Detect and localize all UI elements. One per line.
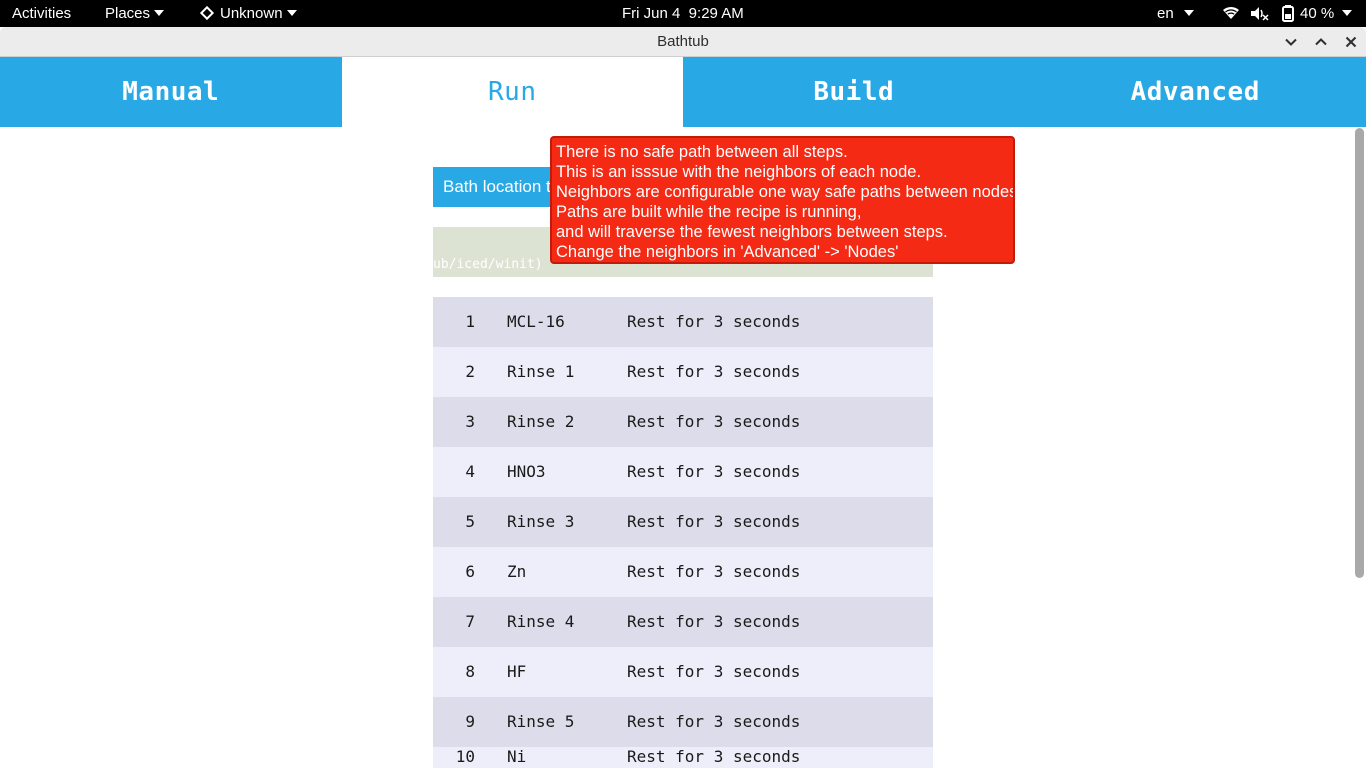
window-title: Bathtub: [657, 33, 709, 50]
step-name: HF: [507, 662, 527, 681]
step-number: 1: [465, 312, 475, 331]
step-name: Rinse 1: [507, 362, 575, 381]
maximize-icon: [1315, 38, 1327, 46]
step-name: Rinse 3: [507, 512, 575, 531]
chevron-down-icon: [1342, 10, 1353, 17]
activities-label: Activities: [12, 5, 72, 22]
language-label: en: [1157, 5, 1174, 22]
table-row[interactable]: 6 Zn Rest for 3 seconds: [433, 547, 933, 597]
battery-icon[interactable]: [1281, 0, 1295, 27]
app-menu-label: Unknown: [220, 5, 283, 22]
table-row[interactable]: 8 HF Rest for 3 seconds: [433, 647, 933, 697]
step-number: 5: [465, 512, 475, 531]
table-row[interactable]: 2 Rinse 1 Rest for 3 seconds: [433, 347, 933, 397]
tooltip-line: This is an isssue with the neighbors of …: [556, 163, 922, 181]
step-action: Rest for 3 seconds: [627, 562, 801, 581]
step-number: 3: [465, 412, 475, 431]
language-menu[interactable]: en: [1157, 0, 1194, 27]
places-label: Places: [105, 5, 151, 22]
bath-location-label: Bath location t: [443, 177, 551, 196]
tooltip-line: There is no safe path between all steps.: [556, 143, 848, 161]
step-number: 6: [465, 562, 475, 581]
step-action: Rest for 3 seconds: [627, 412, 801, 431]
table-row[interactable]: 7 Rinse 4 Rest for 3 seconds: [433, 597, 933, 647]
battery-label: 40 %: [1300, 5, 1335, 22]
step-action: Rest for 3 seconds: [627, 312, 801, 331]
error-tooltip: There is no safe path between all steps.…: [550, 136, 1015, 264]
system-top-bar: Activities Places Unknown Fri Jun 4 9:29…: [0, 0, 1366, 27]
clock-label: Fri Jun 4 9:29 AM: [622, 5, 744, 22]
clock[interactable]: Fri Jun 4 9:29 AM: [622, 0, 744, 27]
table-row[interactable]: 4 HNO3 Rest for 3 seconds: [433, 447, 933, 497]
places-menu[interactable]: Places: [105, 0, 165, 27]
bath-location-button[interactable]: Bath location t: [433, 167, 563, 207]
minimize-button[interactable]: [1280, 31, 1302, 53]
step-action: Rest for 3 seconds: [627, 512, 801, 531]
chevron-down-icon: [1183, 10, 1194, 17]
table-row[interactable]: 3 Rinse 2 Rest for 3 seconds: [433, 397, 933, 447]
maximize-button[interactable]: [1310, 31, 1332, 53]
table-row[interactable]: 1 MCL-16 Rest for 3 seconds: [433, 297, 933, 347]
window-title-bar[interactable]: Bathtub: [0, 27, 1366, 57]
chevron-down-icon: [286, 10, 297, 17]
minimize-icon: [1285, 38, 1297, 46]
tooltip-line: Change the neighbors in 'Advanced' -> 'N…: [556, 243, 899, 261]
close-button[interactable]: [1340, 31, 1362, 53]
app-menu[interactable]: Unknown: [199, 0, 297, 27]
tab-build[interactable]: Build: [683, 57, 1025, 127]
tooltip-line: and will traverse the fewest neighbors b…: [556, 223, 948, 241]
battery-menu[interactable]: 40 %: [1300, 0, 1353, 27]
step-number: 10: [455, 747, 475, 766]
step-name: Ni: [507, 747, 527, 766]
tooltip-line: Neighbors are configurable one way safe …: [556, 183, 1015, 201]
step-name: Zn: [507, 562, 527, 581]
tab-advanced[interactable]: Advanced: [1024, 57, 1366, 127]
message-text: ub/iced/winit): [433, 257, 543, 272]
app-diamond-icon: [199, 5, 215, 21]
table-row[interactable]: 10 Ni Rest for 3 seconds: [433, 747, 933, 768]
scrollbar[interactable]: [1355, 128, 1364, 578]
tab-manual[interactable]: Manual: [0, 57, 342, 127]
table-row[interactable]: 5 Rinse 3 Rest for 3 seconds: [433, 497, 933, 547]
step-number: 7: [465, 612, 475, 631]
tab-run[interactable]: Run: [341, 57, 683, 127]
step-action: Rest for 3 seconds: [627, 612, 801, 631]
step-action: Rest for 3 seconds: [627, 462, 801, 481]
activities-button[interactable]: Activities: [12, 0, 71, 27]
step-name: Rinse 4: [507, 612, 575, 631]
chevron-down-icon: [154, 10, 165, 17]
step-number: 4: [465, 462, 475, 481]
step-action: Rest for 3 seconds: [627, 747, 801, 766]
step-action: Rest for 3 seconds: [627, 362, 801, 381]
step-name: MCL-16: [507, 312, 565, 331]
tooltip-line: Paths are built while the recipe is runn…: [556, 203, 862, 221]
step-action: Rest for 3 seconds: [627, 662, 801, 681]
step-name: Rinse 2: [507, 412, 575, 431]
step-number: 8: [465, 662, 475, 681]
volume-muted-icon[interactable]: [1249, 0, 1269, 27]
close-icon: [1345, 36, 1357, 48]
tab-bar: Manual Run Build Advanced: [0, 57, 1366, 127]
step-list: 1 MCL-16 Rest for 3 seconds 2 Rinse 1 Rest f…: [433, 297, 933, 768]
wifi-icon[interactable]: [1222, 0, 1240, 27]
step-name: HNO3: [507, 462, 546, 481]
step-number: 2: [465, 362, 475, 381]
